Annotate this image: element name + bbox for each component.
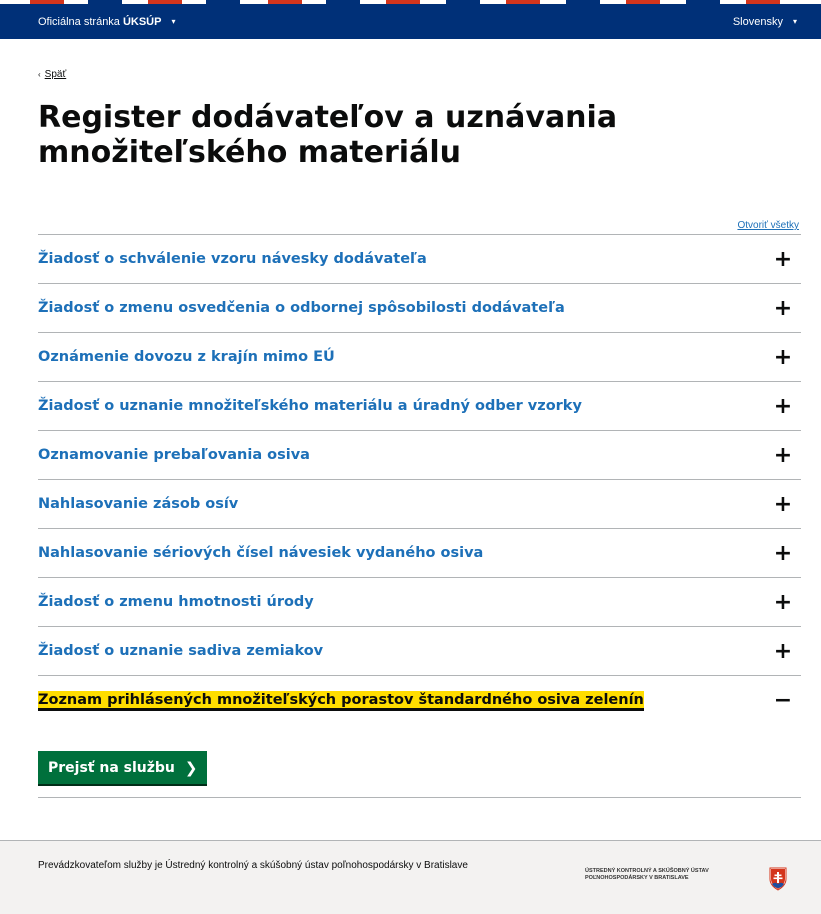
plus-icon[interactable]: + <box>774 235 792 283</box>
accordion-item[interactable]: Žiadosť o uznanie množiteľského materiál… <box>38 382 801 431</box>
plus-icon[interactable]: + <box>774 578 792 626</box>
accordion-item-title[interactable]: Žiadosť o uznanie množiteľského materiál… <box>38 398 582 414</box>
go-to-service-label: Prejsť na službu <box>48 759 175 776</box>
official-header-bar: Oficiálna stránka ÚKSÚP ▾ Slovensky ▾ <box>0 4 821 39</box>
accordion-panel: Prejsť na službu ❯ <box>38 724 801 798</box>
accordion-item[interactable]: Žiadosť o uznanie sadiva zemiakov + <box>38 627 801 676</box>
page-title: Register dodávateľov a uznávania množite… <box>38 100 618 170</box>
official-prefix: Oficiálna stránka <box>38 15 120 28</box>
chevron-down-icon: ▾ <box>171 17 176 26</box>
chevron-left-icon: ‹ <box>38 70 41 79</box>
accordion-item[interactable]: Oznámenie dovozu z krajín mimo EÚ + <box>38 333 801 382</box>
accordion-item-title[interactable]: Žiadosť o zmenu hmotnosti úrody <box>38 594 314 610</box>
accordion-item-title[interactable]: Zoznam prihlásených množiteľských porast… <box>38 692 644 708</box>
language-label: Slovensky <box>732 15 783 28</box>
plus-icon[interactable]: + <box>774 382 792 430</box>
accordion-item[interactable]: Nahlasovanie zásob osív + <box>38 480 801 529</box>
language-switcher[interactable]: Slovensky ▾ <box>733 4 797 39</box>
back-link-label: Späť <box>44 69 67 80</box>
plus-icon[interactable]: + <box>774 529 792 577</box>
official-site-toggle[interactable]: Oficiálna stránka ÚKSÚP ▾ <box>38 4 175 39</box>
accordion-item[interactable]: Nahlasovanie sériových čísel návesiek vy… <box>38 529 801 578</box>
accordion-item-title[interactable]: Žiadosť o schválenie vzoru návesky dodáv… <box>38 251 427 267</box>
back-link[interactable]: ‹ Späť <box>38 69 66 80</box>
service-accordion: Žiadosť o schválenie vzoru návesky dodáv… <box>38 234 801 798</box>
accordion-item-title[interactable]: Oznamovanie prebaľovania osiva <box>38 447 310 463</box>
accordion-item[interactable]: Oznamovanie prebaľovania osiva + <box>38 431 801 480</box>
plus-icon[interactable]: + <box>774 284 792 332</box>
chevron-down-icon: ▾ <box>792 17 797 26</box>
slovak-coat-of-arms-icon <box>769 867 787 891</box>
footer: Prevádzkovateľom služby je Ústredný kont… <box>0 840 821 914</box>
accordion-item-title[interactable]: Žiadosť o uznanie sadiva zemiakov <box>38 643 323 659</box>
accordion-item-expanded[interactable]: Zoznam prihlásených množiteľských porast… <box>38 676 801 724</box>
accordion-item-title[interactable]: Oznámenie dovozu z krajín mimo EÚ <box>38 349 335 365</box>
open-all-link[interactable]: Otvoriť všetky <box>737 220 799 231</box>
accordion-item[interactable]: Žiadosť o zmenu osvedčenia o odbornej sp… <box>38 284 801 333</box>
accordion-item[interactable]: Žiadosť o schválenie vzoru návesky dodáv… <box>38 235 801 284</box>
chevron-right-icon: ❯ <box>184 758 198 777</box>
plus-icon[interactable]: + <box>774 627 792 675</box>
official-org: ÚKSÚP <box>122 15 162 28</box>
accordion-item-title[interactable]: Nahlasovanie zásob osív <box>38 496 238 512</box>
footer-logo-text: ÚSTREDNÝ KONTROLNÝ A SKÚŠOBNÝ ÚSTAV POĽN… <box>585 868 709 881</box>
plus-icon[interactable]: + <box>774 480 792 528</box>
accordion-item-title[interactable]: Nahlasovanie sériových čísel návesiek vy… <box>38 545 483 561</box>
plus-icon[interactable]: + <box>774 333 792 381</box>
plus-icon[interactable]: + <box>774 431 792 479</box>
accordion-item[interactable]: Žiadosť o zmenu hmotnosti úrody + <box>38 578 801 627</box>
minus-icon[interactable]: − <box>774 676 792 724</box>
footer-operator-text: Prevádzkovateľom služby je Ústredný kont… <box>38 860 468 871</box>
go-to-service-button[interactable]: Prejsť na službu ❯ <box>38 751 208 784</box>
accordion-item-title[interactable]: Žiadosť o zmenu osvedčenia o odbornej sp… <box>38 300 565 316</box>
